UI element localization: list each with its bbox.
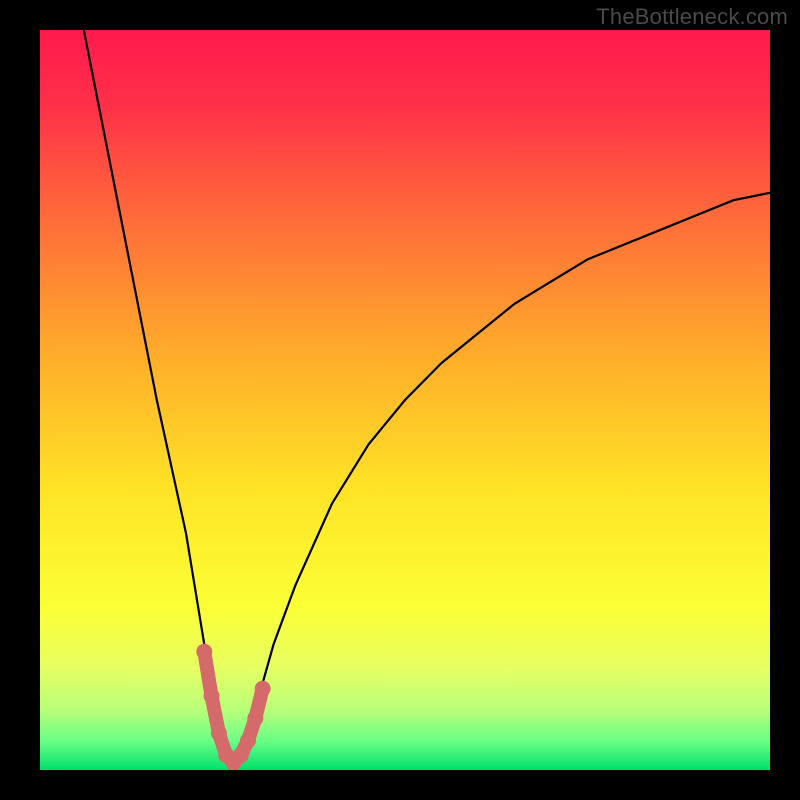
watermark-label: TheBottleneck.com bbox=[596, 4, 788, 30]
highlight-segment bbox=[204, 652, 262, 763]
highlight-dot bbox=[196, 644, 212, 660]
bottleneck-curve bbox=[84, 30, 770, 763]
highlight-dot bbox=[247, 710, 263, 726]
plot-area bbox=[40, 30, 770, 770]
highlight-dot bbox=[211, 725, 227, 741]
highlight-dot bbox=[240, 732, 256, 748]
highlight-dot bbox=[255, 681, 271, 697]
outer-frame: TheBottleneck.com bbox=[0, 0, 800, 800]
highlight-dot bbox=[233, 747, 249, 763]
highlight-dot bbox=[204, 688, 220, 704]
curve-layer bbox=[40, 30, 770, 770]
